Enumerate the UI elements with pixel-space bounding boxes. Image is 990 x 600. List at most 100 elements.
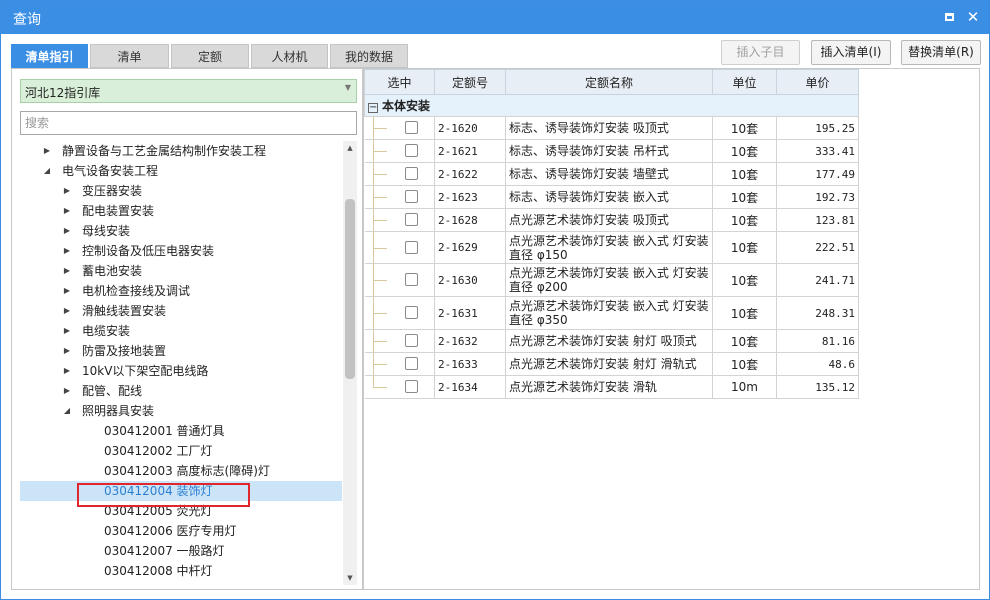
column-header-name[interactable]: 定额名称: [505, 69, 713, 95]
tree-item[interactable]: 030412001 普通灯具: [20, 421, 342, 441]
tree-item[interactable]: ▶ 变压器安装: [20, 181, 342, 201]
tab-list-guide[interactable]: 清单指引: [11, 44, 88, 68]
tree-item[interactable]: ◢ 电气设备安装工程: [20, 161, 342, 181]
table-row[interactable]: 2-1620 标志、诱导装饰灯安装 吸顶式 10套 195.25: [364, 116, 859, 140]
quota-code: 2-1630: [434, 263, 506, 297]
tree-item[interactable]: ◢ 照明器具安装: [20, 401, 342, 421]
tree-item[interactable]: ▶ 蓄电池安装: [20, 261, 342, 281]
table-row[interactable]: 2-1621 标志、诱导装饰灯安装 吊杆式 10套 333.41: [364, 139, 859, 163]
column-header-price[interactable]: 单价: [776, 69, 859, 95]
row-checkbox[interactable]: [404, 273, 418, 286]
tree-item-label: 10kV以下架空配电线路: [82, 364, 209, 378]
tree-expand-icon[interactable]: ▶: [62, 281, 72, 301]
search-field[interactable]: [20, 111, 357, 135]
table-row[interactable]: 2-1631 点光源艺术装饰灯安装 嵌入式 灯安装直径 φ350 10套 248…: [364, 296, 859, 330]
quota-unit: 10套: [712, 296, 777, 330]
table-row[interactable]: 2-1622 标志、诱导装饰灯安装 墙壁式 10套 177.49: [364, 162, 859, 186]
tab-quota[interactable]: 定额: [171, 44, 249, 68]
scrollbar-thumb[interactable]: [345, 199, 355, 379]
tree-item[interactable]: ▶ 防雷及接地装置: [20, 341, 342, 361]
search-input[interactable]: [21, 112, 356, 134]
tree-scrollbar[interactable]: ▲ ▼: [343, 141, 357, 585]
select-cell: [364, 329, 435, 353]
row-checkbox[interactable]: [404, 240, 418, 254]
quota-unit: 10套: [712, 352, 777, 376]
table-row[interactable]: 2-1623 标志、诱导装饰灯安装 嵌入式 10套 192.73: [364, 185, 859, 209]
tree-item[interactable]: ▶ 10kV以下架空配电线路: [20, 361, 342, 381]
column-header-code[interactable]: 定额号: [434, 69, 506, 95]
tree-expand-icon[interactable]: ▶: [62, 341, 72, 361]
tree-item[interactable]: 030412008 中杆灯: [20, 561, 342, 581]
quota-price: 333.41: [776, 139, 859, 163]
group-row[interactable]: − 本体安装: [364, 94, 859, 117]
tree-item[interactable]: ▶ 配管、配线: [20, 381, 342, 401]
select-cell: [364, 231, 435, 264]
library-select[interactable]: 河北12指引库 ▼: [20, 79, 357, 103]
row-checkbox[interactable]: [404, 213, 418, 226]
tab-my-data[interactable]: 我的数据: [330, 44, 408, 68]
tree-expand-icon[interactable]: ▶: [62, 361, 72, 381]
row-checkbox[interactable]: [404, 380, 418, 393]
tree-item[interactable]: ▶ 电缆安装: [20, 321, 342, 341]
selection-highlight-box: [77, 483, 250, 507]
tree-item[interactable]: 030412006 医疗专用灯: [20, 521, 342, 541]
tab-labor-material-machine[interactable]: 人材机: [251, 44, 328, 68]
insert-child-button[interactable]: 插入子目: [721, 40, 800, 65]
quota-name: 标志、诱导装饰灯安装 墙壁式: [505, 162, 713, 186]
column-header-select[interactable]: 选中: [364, 69, 435, 95]
tree-expand-icon[interactable]: ▶: [62, 241, 72, 261]
collapse-icon[interactable]: −: [368, 103, 378, 113]
tree-expand-icon[interactable]: ▶: [62, 321, 72, 341]
tree-item-label: 030412006 医疗专用灯: [104, 524, 237, 538]
table-row[interactable]: 2-1633 点光源艺术装饰灯安装 射灯 滑轨式 10套 48.6: [364, 352, 859, 376]
tree-item[interactable]: 030412007 一般路灯: [20, 541, 342, 561]
scroll-up-icon[interactable]: ▲: [343, 141, 357, 155]
select-cell: [364, 296, 435, 330]
tree-collapse-icon[interactable]: ◢: [42, 161, 52, 181]
row-checkbox[interactable]: [404, 306, 418, 319]
scroll-down-icon[interactable]: ▼: [343, 571, 357, 585]
tree-expand-icon[interactable]: ▶: [42, 141, 52, 161]
tree-item[interactable]: ▶ 静置设备与工艺金属结构制作安装工程: [20, 141, 342, 161]
table-row[interactable]: 2-1630 点光源艺术装饰灯安装 嵌入式 灯安装直径 φ200 10套 241…: [364, 263, 859, 297]
quota-table-panel: 选中 定额号 定额名称 单位 单价 − 本体安装 2-1620 标志、诱导装饰灯安…: [363, 68, 980, 590]
tree-expand-icon[interactable]: ▶: [62, 181, 72, 201]
maximize-button[interactable]: [941, 9, 957, 25]
tree-item[interactable]: ▶ 控制设备及低压电器安装: [20, 241, 342, 261]
tree-item[interactable]: 030412002 工厂灯: [20, 441, 342, 461]
tree-expand-icon[interactable]: ▶: [62, 201, 72, 221]
tree-item-label: 蓄电池安装: [82, 264, 143, 278]
row-checkbox[interactable]: [404, 167, 418, 180]
column-header-unit[interactable]: 单位: [712, 69, 777, 95]
table-row[interactable]: 2-1628 点光源艺术装饰灯安装 吸顶式 10套 123.81: [364, 208, 859, 232]
quota-name: 点光源艺术装饰灯安装 滑轨: [505, 375, 713, 399]
row-checkbox[interactable]: [404, 121, 418, 134]
quota-price: 222.51: [776, 231, 859, 264]
insert-list-button[interactable]: 插入清单(I): [811, 40, 891, 65]
tree-expand-icon[interactable]: ▶: [62, 381, 72, 401]
table-row[interactable]: 2-1629 点光源艺术装饰灯安装 嵌入式 灯安装直径 φ150 10套 222…: [364, 231, 859, 264]
quota-code: 2-1628: [434, 208, 506, 232]
tree-item-label: 变压器安装: [82, 184, 143, 198]
replace-list-button[interactable]: 替换清单(R): [901, 40, 981, 65]
row-checkbox[interactable]: [404, 334, 418, 347]
tree-item[interactable]: ▶ 母线安装: [20, 221, 342, 241]
tree-expand-icon[interactable]: ▶: [62, 301, 72, 321]
row-checkbox[interactable]: [404, 144, 418, 157]
window-title: 查询: [13, 12, 41, 28]
row-checkbox[interactable]: [404, 190, 418, 203]
tab-list[interactable]: 清单: [90, 44, 169, 68]
tree-item[interactable]: ▶ 电机检查接线及调试: [20, 281, 342, 301]
quota-code: 2-1631: [434, 296, 506, 330]
tree-item[interactable]: 030412003 高度标志(障碍)灯: [20, 461, 342, 481]
quota-unit: 10套: [712, 116, 777, 140]
table-row[interactable]: 2-1632 点光源艺术装饰灯安装 射灯 吸顶式 10套 81.16: [364, 329, 859, 353]
close-button[interactable]: ✕: [965, 9, 981, 25]
table-row[interactable]: 2-1634 点光源艺术装饰灯安装 滑轨 10m 135.12: [364, 375, 859, 399]
tree-collapse-icon[interactable]: ◢: [62, 401, 72, 421]
tree-expand-icon[interactable]: ▶: [62, 261, 72, 281]
tree-item[interactable]: ▶ 滑触线装置安装: [20, 301, 342, 321]
tree-item[interactable]: ▶ 配电装置安装: [20, 201, 342, 221]
row-checkbox[interactable]: [404, 357, 418, 370]
tree-expand-icon[interactable]: ▶: [62, 221, 72, 241]
